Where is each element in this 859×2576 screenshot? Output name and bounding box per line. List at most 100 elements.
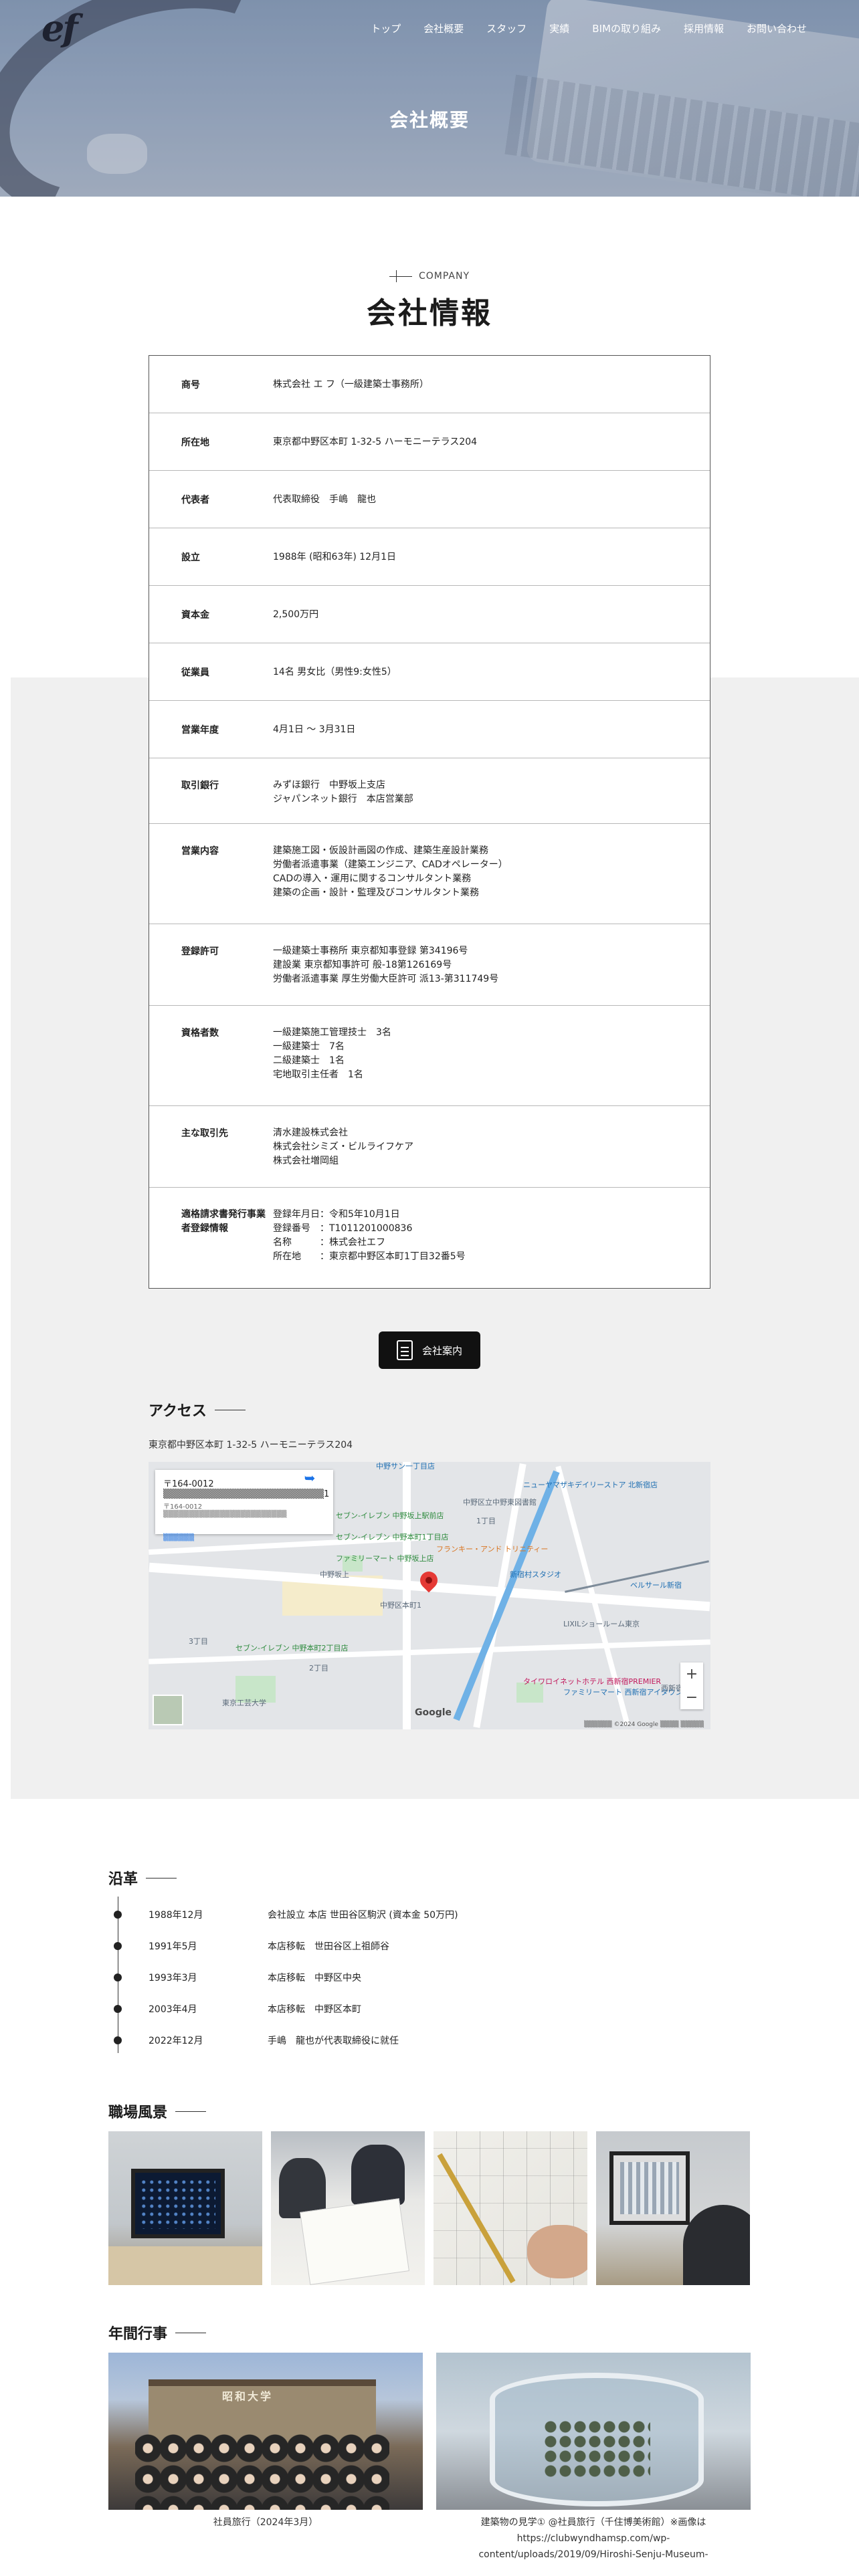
photo-sign-text: 昭和大学 xyxy=(222,2390,274,2403)
company-info-value-line: 建築の企画・設計・監理及びコンサルタント業務 xyxy=(273,887,479,898)
access-title: アクセス xyxy=(149,1403,207,1420)
company-info-value-line: 4月1日 ～ 3月31日 xyxy=(273,724,356,735)
history-date: 2022年12月 xyxy=(149,2036,203,2046)
nav-recruit[interactable]: 採用情報 xyxy=(684,21,724,35)
main-nav: トップ 会社概要 スタッフ 実績 BIMの取り組み 採用情報 お問い合わせ xyxy=(348,21,807,35)
company-brochure-button[interactable]: 会社案内 xyxy=(379,1331,480,1369)
company-info-value: 1988年 (昭和63年) 12月1日 xyxy=(273,550,710,585)
zoom-out-icon[interactable]: − xyxy=(686,1689,698,1706)
history-text: 本店移転 中野区中央 xyxy=(268,1973,361,1983)
logo[interactable]: ef xyxy=(41,7,78,49)
company-info-value-line: 建築施工図・仮設計画図の作成、建築生産設計業務 xyxy=(273,845,488,856)
company-info-label: 主な取引先 xyxy=(181,1128,228,1139)
history-text: 会社設立 本店 世田谷区駒沢 (資本金 50万円) xyxy=(268,1910,458,1921)
workplace-photo-meeting xyxy=(271,2131,425,2285)
events-heading: 年間行事 xyxy=(108,2322,207,2343)
company-info-value-line: ジャパンネット銀行 本店営業部 xyxy=(273,794,413,804)
map-card-link[interactable]: ▒▒▒▒▒▒ xyxy=(163,1534,325,1541)
company-info-label: 代表者 xyxy=(181,495,209,506)
company-info-value-line: 一級建築士 7名 xyxy=(273,1041,345,1052)
company-info-value-line: 登録番号 ：T1011201000836 xyxy=(273,1223,413,1234)
company-info-value-line: 東京都中野区本町 1-32-5 ハーモニーテラス204 xyxy=(273,437,478,447)
crosshair-icon xyxy=(389,270,412,282)
nav-works[interactable]: 実績 xyxy=(549,21,569,35)
event-caption: 社員旅行（2024年3月） xyxy=(108,2514,423,2531)
history-date: 1993年3月 xyxy=(149,1973,197,1983)
company-info-value-line: 14名 男女比（男性9:女性5） xyxy=(273,667,397,677)
company-info-label: 設立 xyxy=(181,552,200,563)
history-date: 2003年4月 xyxy=(149,2004,197,2015)
company-info-value-line: 株式会社シミズ・ビルライフケア xyxy=(273,1142,413,1152)
company-info-row: 営業年度 4月1日 ～ 3月31日 xyxy=(149,701,710,758)
company-info-value-line: 代表取締役 手嶋 龍也 xyxy=(273,494,376,505)
caption-line: 社員旅行（2024年3月） xyxy=(213,2517,318,2528)
access-heading: アクセス xyxy=(149,1399,246,1420)
nav-top[interactable]: トップ xyxy=(371,21,401,35)
company-info-value: 14名 男女比（男性9:女性5） xyxy=(273,665,710,700)
company-info-label: 取引銀行 xyxy=(181,780,219,791)
nav-bim[interactable]: BIMの取り組み xyxy=(592,21,661,35)
company-info-value-line: 建設業 東京都知事許可 般-18第126169号 xyxy=(273,960,452,970)
document-icon xyxy=(396,1340,413,1360)
company-info-value: 東京都中野区本町 1-32-5 ハーモニーテラス204 xyxy=(273,435,710,470)
directions-icon[interactable]: ➥ xyxy=(301,1470,318,1490)
company-info-value: 清水建設株式会社 株式会社シミズ・ビルライフケア 株式会社増岡組 xyxy=(273,1126,710,1187)
map-layer-thumbnail[interactable] xyxy=(153,1695,183,1725)
google-map[interactable]: 中野サン一丁目店 ニューヤマザキデイリーストア 北新宿店 セブン-イレブン 中野… xyxy=(149,1462,710,1729)
history-text: 手嶋 龍也が代表取締役に就任 xyxy=(268,2036,399,2046)
caption-link-line[interactable]: https://clubwyndhamsp.com/wp- xyxy=(436,2531,751,2547)
company-info-value: 4月1日 ～ 3月31日 xyxy=(273,723,710,758)
history-item: 1993年3月 本店移転 中野区中央 xyxy=(114,1971,361,1984)
company-info-value-line: 二級建築士 1名 xyxy=(273,1055,345,1066)
history-item: 2003年4月 本店移転 中野区本町 xyxy=(114,2002,361,2016)
workplace-heading: 職場風景 xyxy=(108,2101,207,2122)
nav-staff[interactable]: スタッフ xyxy=(486,21,527,35)
company-info-label: 資格者数 xyxy=(181,1028,219,1039)
company-info-value-line: 清水建設株式会社 xyxy=(273,1128,348,1138)
company-info-value-line: 労働者派遣事業 厚生労働大臣許可 派13-第311749号 xyxy=(273,974,499,984)
workplace-photo-monitor xyxy=(108,2131,262,2285)
company-info-value: 登録年月日：令和5年10月1日 登録番号 ：T1011201000836 名称 ：株… xyxy=(273,1208,710,1288)
company-info-row: 資格者数 一級建築施工管理技士 3名 一級建築士 7名 二級建築士 1名 宅地取引主任者… xyxy=(149,1006,710,1106)
eyebrow-text: COMPANY xyxy=(418,271,470,282)
nav-company[interactable]: 会社概要 xyxy=(423,21,464,35)
company-info-label: 従業員 xyxy=(181,667,209,678)
history-title: 沿革 xyxy=(108,1871,138,1888)
company-info-value: 建築施工図・仮設計画図の作成、建築生産設計業務 労働者派遣事業（建築エンジニア、C… xyxy=(273,844,710,924)
hero-banner: ef トップ 会社概要 スタッフ 実績 BIMの取り組み 採用情報 お問い合わせ… xyxy=(0,0,859,197)
company-info-label: 営業年度 xyxy=(181,725,219,736)
company-info-value: 一級建築施工管理技士 3名 一級建築士 7名 二級建築士 1名 宅地取引主任者 1名 xyxy=(273,1026,710,1105)
nav-contact[interactable]: お問い合わせ xyxy=(747,21,807,35)
map-card-address: 〒164-0012 ▒▒▒▒▒▒▒▒▒▒▒▒▒▒▒▒▒▒▒▒▒▒▒▒ xyxy=(163,1503,287,1518)
event-photo-company-trip: 昭和大学 xyxy=(108,2353,423,2510)
company-info-label: 登録許可 xyxy=(181,946,219,957)
company-info-value: 一級建築士事務所 東京都知事登録 第34196号 建設業 東京都知事許可 般-18… xyxy=(273,944,710,1005)
event-photo-museum xyxy=(436,2353,751,2510)
history-date: 1991年5月 xyxy=(149,1941,197,1952)
caption-link-line[interactable]: content/uploads/2019/09/Hiroshi-Senju-Mu… xyxy=(436,2547,751,2563)
company-info-value: みずほ銀行 中野坂上支店 ジャパンネット銀行 本店営業部 xyxy=(273,778,710,823)
zoom-in-icon[interactable]: + xyxy=(686,1666,698,1683)
company-info-row: 所在地 東京都中野区本町 1-32-5 ハーモニーテラス204 xyxy=(149,413,710,471)
company-info-row: 代表者 代表取締役 手嶋 龍也 xyxy=(149,471,710,528)
history-text: 本店移転 中野区本町 xyxy=(268,2004,361,2015)
company-info-label: 営業内容 xyxy=(181,846,219,857)
timeline-dot xyxy=(114,1942,122,1950)
company-info-value: 代表取締役 手嶋 龍也 xyxy=(273,493,710,528)
company-info-row: 資本金 2,500万円 xyxy=(149,586,710,643)
company-info-label: 資本金 xyxy=(181,610,209,621)
event-caption: 建築物の見学① @社員旅行（千住博美術館）※画像は https://clubwy… xyxy=(436,2514,751,2563)
history-date: 1988年12月 xyxy=(149,1910,203,1921)
history-heading: 沿革 xyxy=(108,1867,177,1889)
company-info-value-line: 所在地 ：東京都中野区本町1丁目32番5号 xyxy=(273,1251,466,1262)
company-info-value-line: 2,500万円 xyxy=(273,609,319,620)
google-brand: Google xyxy=(415,1707,452,1718)
company-title: 会社情報 xyxy=(367,296,492,330)
company-info-row: 取引銀行 みずほ銀行 中野坂上支店 ジャパンネット銀行 本店営業部 xyxy=(149,758,710,824)
events-title: 年間行事 xyxy=(108,2326,168,2343)
company-info-value-line: CADの導入・運用に関するコンサルタント業務 xyxy=(273,873,472,884)
timeline-dot xyxy=(114,2005,122,2013)
history-text: 本店移転 世田谷区上祖師谷 xyxy=(268,1941,389,1952)
company-info-value: 株式会社 エ フ（一級建築士事務所） xyxy=(273,378,710,413)
company-info-value-line: 宅地取引主任者 1名 xyxy=(273,1069,363,1080)
